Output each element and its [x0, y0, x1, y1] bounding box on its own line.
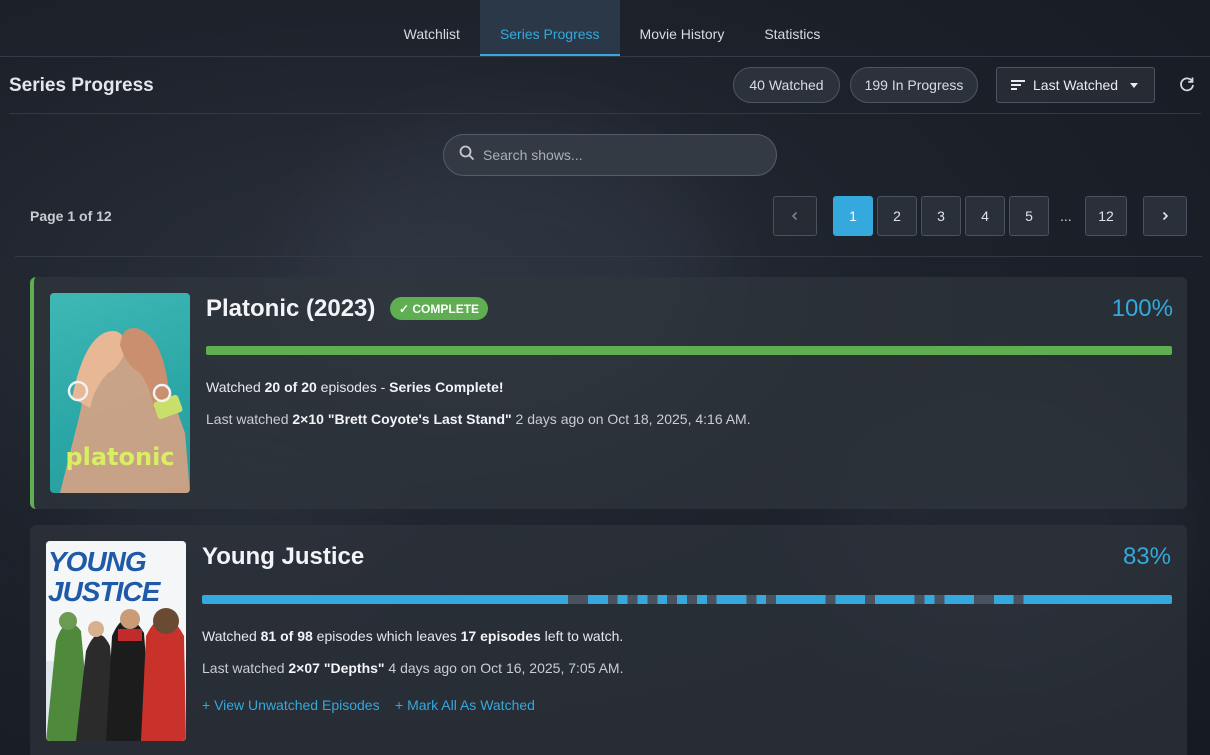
progress-percent: 83%	[1122, 543, 1171, 570]
watched-summary: Watched 20 of 20 episodes - Series Compl…	[206, 379, 504, 395]
sort-label: Last Watched	[1033, 77, 1119, 93]
show-poster[interactable]: platonic	[50, 293, 190, 493]
show-title[interactable]: Platonic (2023)	[206, 295, 375, 323]
watched-count-pill[interactable]: 40 Watched	[733, 67, 840, 103]
complete-badge: ✓ COMPLETE	[390, 297, 489, 320]
progress-bar	[202, 595, 1172, 604]
tab-bar: Watchlist Series Progress Movie History …	[384, 0, 841, 56]
top-nav: Watchlist Series Progress Movie History …	[0, 0, 1210, 57]
page-title: Series Progress	[9, 75, 154, 96]
last-watched: Last watched 2×07 "Depths" 4 days ago on…	[202, 660, 624, 676]
poster-logo-text: platonic	[65, 443, 175, 471]
tab-statistics[interactable]: Statistics	[744, 0, 840, 56]
chevron-left-icon	[791, 211, 798, 221]
tab-series-progress[interactable]: Series Progress	[479, 0, 620, 56]
tab-watchlist[interactable]: Watchlist	[384, 0, 480, 56]
progress-percent: 100%	[1111, 295, 1173, 322]
page-button-1[interactable]: 1	[833, 196, 873, 236]
pagination-ellipsis: ...	[1060, 208, 1072, 224]
list-divider	[15, 256, 1202, 257]
page-button-5[interactable]: 5	[1009, 196, 1049, 236]
mark-all-watched-link[interactable]: + Mark All As Watched	[395, 697, 535, 713]
sort-dropdown[interactable]: Last Watched	[996, 67, 1155, 103]
prev-page-button[interactable]	[773, 196, 817, 236]
search-icon	[459, 145, 475, 166]
progress-bar	[206, 346, 1172, 355]
poster-logo-text: YOUNG JUSTICE	[48, 546, 160, 607]
show-poster[interactable]: YOUNG JUSTICE	[46, 541, 186, 741]
sort-icon	[1011, 80, 1025, 90]
watched-summary: Watched 81 of 98 episodes which leaves 1…	[202, 628, 624, 644]
show-title[interactable]: Young Justice	[202, 543, 364, 571]
tab-movie-history[interactable]: Movie History	[620, 0, 745, 56]
chevron-right-icon	[1162, 211, 1169, 221]
header-divider	[9, 113, 1201, 114]
last-watched: Last watched 2×10 "Brett Coyote's Last S…	[206, 411, 751, 427]
show-card-platonic: platonic Platonic (2023) ✓ COMPLETE 100%…	[30, 277, 1187, 509]
refresh-icon[interactable]	[1177, 75, 1197, 95]
next-page-button[interactable]	[1143, 196, 1187, 236]
page-button-4[interactable]: 4	[965, 196, 1005, 236]
page-button-3[interactable]: 3	[921, 196, 961, 236]
search-box[interactable]	[443, 134, 777, 176]
page-button-12[interactable]: 12	[1085, 196, 1127, 236]
in-progress-count-pill[interactable]: 199 In Progress	[850, 67, 978, 103]
page-button-2[interactable]: 2	[877, 196, 917, 236]
view-unwatched-episodes-link[interactable]: + View Unwatched Episodes	[202, 697, 380, 713]
caret-down-icon	[1130, 82, 1139, 88]
show-card-young-justice: YOUNG JUSTICE Young Justice 83% Watched 8…	[30, 525, 1187, 755]
search-input[interactable]	[483, 147, 753, 163]
page-info: Page 1 of 12	[30, 208, 112, 224]
